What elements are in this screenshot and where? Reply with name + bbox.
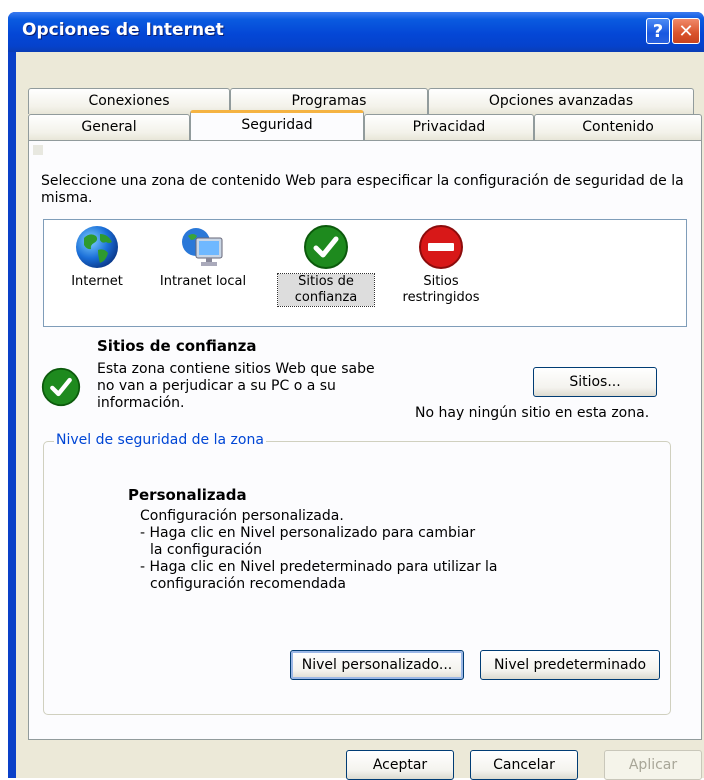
globe-icon <box>76 226 118 268</box>
tab-opciones-avanzadas[interactable]: Opciones avanzadas <box>428 88 694 114</box>
security-level-group: Nivel de seguridad de la zona Personaliz… <box>43 432 671 715</box>
zone-sitios-de-confianza[interactable]: Sitios de confianza <box>277 224 375 307</box>
selected-zone-icon <box>41 367 81 411</box>
level-desc-line: configuración recomendada <box>150 576 346 592</box>
monitor-icon <box>182 228 223 266</box>
zone-sitios-restringidos-label: Sitios restringidos <box>402 274 480 305</box>
tab-seguridad[interactable]: Seguridad <box>190 110 364 140</box>
zone-sitios-de-confianza-label: Sitios de confianza <box>277 273 375 307</box>
tab-general[interactable]: General <box>28 114 190 140</box>
security-level-legend: Nivel de seguridad de la zona <box>54 432 266 448</box>
selected-zone-title: Sitios de confianza <box>97 337 257 355</box>
dialog-client-area: Conexiones Programas Opciones avanzadas … <box>16 52 704 780</box>
close-button[interactable]: ✕ <box>672 18 700 44</box>
tab-contenido[interactable]: Contenido <box>534 114 702 140</box>
internet-options-dialog: Opciones de Internet ? ✕ Conexiones Prog… <box>8 12 704 780</box>
apply-button[interactable]: Aplicar <box>604 750 702 780</box>
zones-list: Internet Intranet local Sitios de confia… <box>43 219 687 327</box>
zone-internet[interactable]: Internet <box>52 224 142 290</box>
security-level-description: Configuración personalizada. - Haga clic… <box>140 508 520 593</box>
zone-instruction: Seleccione una zona de contenido Web par… <box>41 173 684 206</box>
default-level-button[interactable]: Nivel predeterminado <box>480 650 660 680</box>
level-desc-line: Configuración personalizada. <box>140 508 344 524</box>
zone-internet-label: Internet <box>71 274 123 289</box>
security-level-title: Personalizada <box>128 486 247 504</box>
red-no-entry-icon <box>419 225 463 269</box>
title-bar[interactable]: Opciones de Internet ? ✕ <box>8 12 704 52</box>
level-desc-line: - Haga clic en Nivel predeterminado para… <box>140 559 498 575</box>
no-sites-text: No hay ningún sitio en esta zona. <box>415 405 650 421</box>
desktop-background <box>0 0 704 12</box>
sites-button[interactable]: Sitios... <box>533 367 657 397</box>
green-check-icon <box>41 367 81 407</box>
cancel-button[interactable]: Cancelar <box>470 750 578 780</box>
selected-zone-description: Esta zona contiene sitios Web que sabe n… <box>97 361 375 411</box>
security-tab-panel: Seleccione una zona de contenido Web par… <box>28 140 702 740</box>
level-desc-line: - Haga clic en Nivel personalizado para … <box>140 525 476 541</box>
green-check-icon <box>304 225 348 269</box>
focus-marker <box>33 145 43 155</box>
tab-privacidad[interactable]: Privacidad <box>364 114 534 140</box>
zone-sitios-restringidos[interactable]: Sitios restringidos <box>396 224 486 306</box>
zone-intranet-local-label: Intranet local <box>159 274 247 289</box>
custom-level-button[interactable]: Nivel personalizado... <box>290 650 464 680</box>
level-desc-line: la configuración <box>150 542 262 558</box>
help-button[interactable]: ? <box>646 18 670 44</box>
window-title: Opciones de Internet <box>22 20 224 40</box>
ok-button[interactable]: Aceptar <box>346 750 454 780</box>
zone-intranet-local[interactable]: Intranet local <box>158 224 248 290</box>
